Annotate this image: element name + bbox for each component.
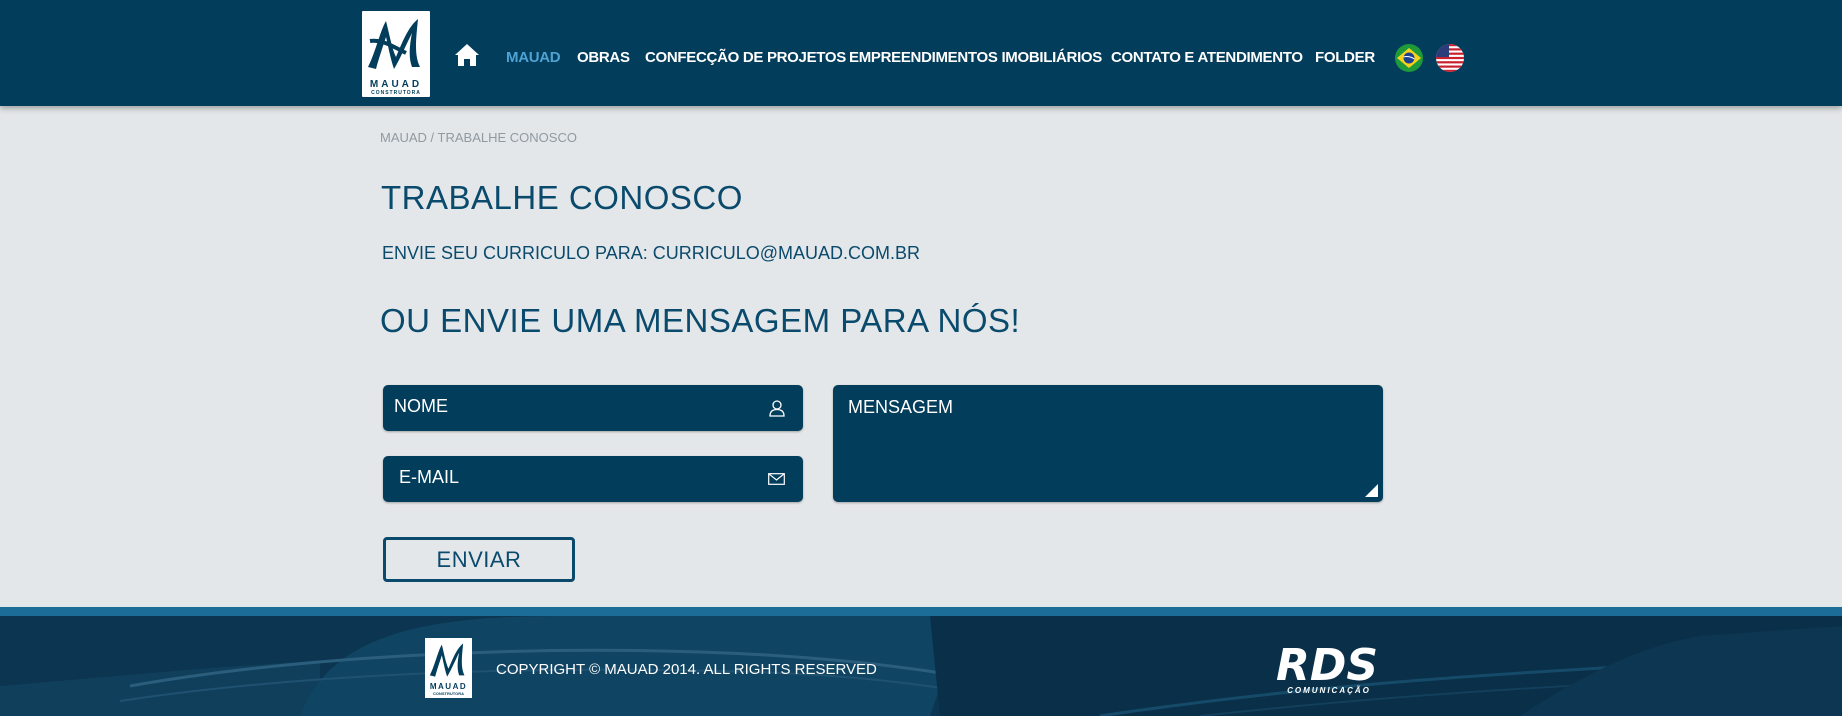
nav-item-empreendimentos-imobiliarios[interactable]: EMPREENDIMENTOS IMOBILIÁRIOS <box>849 49 1102 66</box>
nav-item-folder[interactable]: FOLDER <box>1315 49 1375 66</box>
nav-item-contato-e-atendimento[interactable]: CONTATO E ATENDIMENTO <box>1111 49 1303 66</box>
message-textarea[interactable]: MENSAGEM <box>833 385 1383 502</box>
message-subtitle: OU ENVIE UMA MENSAGEM PARA NÓS! <box>380 302 1021 339</box>
name-placeholder: NOME <box>394 396 448 416</box>
logo-tagline: CONSTRUTORA <box>371 90 421 96</box>
rds-tagline: COMUNICAÇÃO <box>1287 686 1371 695</box>
footer-logo-mark-icon <box>429 643 465 677</box>
breadcrumb: MAUAD / TRABALHE CONOSCO <box>380 130 577 145</box>
flag-usa-icon[interactable] <box>1436 44 1464 72</box>
cv-email-text: ENVIE SEU CURRICULO PARA: CURRICULO@MAUA… <box>382 243 921 263</box>
footer-divider <box>0 607 1842 616</box>
footer-logo-wordmark: MAUAD <box>429 682 468 691</box>
name-field[interactable]: NOME <box>383 385 803 431</box>
message-placeholder: MENSAGEM <box>848 397 954 417</box>
copyright-text: COPYRIGHT © MAUAD 2014. ALL RIGHTS RESER… <box>496 661 877 678</box>
logo-mark-icon <box>368 19 420 69</box>
mauad-logo[interactable]: MAUAD CONSTRUTORA <box>362 11 430 97</box>
page-title: TRABALHE CONOSCO <box>381 179 743 216</box>
site-footer: MAUAD CONSTRUTORA COPYRIGHT © MAUAD 2014… <box>0 607 1842 716</box>
email-placeholder: E-MAIL <box>399 467 460 487</box>
envelope-icon <box>768 473 785 485</box>
home-icon[interactable] <box>454 43 480 67</box>
resize-handle-icon[interactable] <box>1365 484 1378 497</box>
submit-button[interactable]: ENVIAR <box>383 537 575 582</box>
rds-logo-text: RDS <box>1276 640 1378 688</box>
logo-wordmark: MAUAD <box>369 79 423 90</box>
site-header: MAUAD CONSTRUTORA MAUAD OBRAS CONFECÇÃO … <box>0 0 1842 106</box>
flag-brazil-icon[interactable] <box>1395 44 1423 72</box>
nav-item-confeccao-de-projetos[interactable]: CONFECÇÃO DE PROJETOS <box>645 49 846 66</box>
rds-logo[interactable]: RDS <box>1276 640 1382 688</box>
email-field[interactable]: E-MAIL <box>383 456 803 502</box>
footer-background-image <box>0 616 1842 716</box>
footer-logo[interactable]: MAUAD CONSTRUTORA <box>425 638 472 698</box>
footer-logo-tagline: CONSTRUTORA <box>432 691 465 696</box>
nav-item-mauad[interactable]: MAUAD <box>506 49 561 66</box>
user-icon <box>769 400 785 417</box>
nav-item-obras[interactable]: OBRAS <box>577 49 630 66</box>
